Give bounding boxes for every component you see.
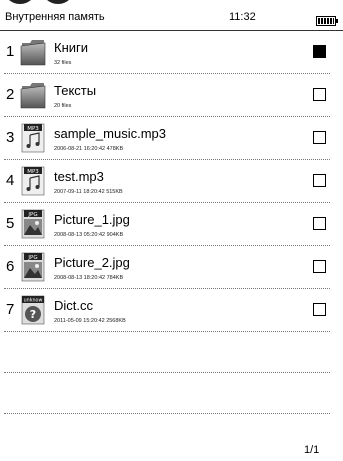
- item-number: 6: [6, 258, 15, 275]
- folder-icon: [20, 40, 46, 66]
- file-list: 1 Книги 32 files 2 Тексты 20 files 3 MP3…: [0, 31, 343, 414]
- badge-text: MP3: [27, 126, 39, 132]
- checkbox[interactable]: [313, 260, 326, 273]
- item-name: Dict.cc: [54, 298, 93, 313]
- item-meta: 32 files: [54, 60, 72, 66]
- list-item[interactable]: 4 MP3 test.mp3 2007-09-11 18:20:42 515KB: [4, 160, 330, 203]
- checkbox[interactable]: [313, 88, 326, 101]
- jpg-file-icon: JPG: [21, 209, 45, 239]
- badge-text: MP3: [27, 169, 39, 175]
- item-number: 4: [6, 172, 15, 189]
- item-meta: 2008-08-13 05:20:42 904KB: [54, 232, 124, 238]
- item-number: 2: [6, 86, 15, 103]
- svg-text:?: ?: [30, 308, 36, 321]
- item-number: 3: [6, 129, 15, 146]
- list-item[interactable]: 5 JPG Picture_1.jpg 2008-08-13 05:20:42 …: [4, 203, 330, 246]
- item-name: test.mp3: [54, 169, 104, 184]
- item-meta: 20 files: [54, 103, 72, 109]
- item-meta: 2011-05-09 15:20:42 2568KB: [54, 318, 126, 324]
- empty-row: [4, 332, 330, 373]
- list-item[interactable]: 7 unknow ? Dict.cc 2011-05-09 15:20:42 2…: [4, 289, 330, 332]
- cropped-button-icon: [41, 0, 75, 4]
- unknown-file-icon: unknow ?: [21, 295, 45, 325]
- item-name: Книги: [54, 40, 89, 55]
- status-bar: Внутренняя память 11:32: [0, 6, 343, 31]
- item-name: sample_music.mp3: [54, 126, 166, 141]
- storage-title: Внутренняя память: [5, 11, 105, 23]
- folder-icon: [20, 83, 46, 109]
- checkbox[interactable]: [313, 174, 326, 187]
- checkbox[interactable]: [313, 303, 326, 316]
- item-name: Тексты: [54, 83, 97, 98]
- badge-text: JPG: [27, 255, 37, 261]
- checkbox[interactable]: [313, 131, 326, 144]
- item-meta: 2007-09-11 18:20:42 515KB: [54, 189, 123, 195]
- badge-text: JPG: [27, 212, 37, 218]
- empty-row: [4, 373, 330, 414]
- page-indicator: 1/1: [304, 444, 320, 456]
- list-item[interactable]: 2 Тексты 20 files: [4, 74, 330, 117]
- battery-icon: [316, 16, 338, 26]
- item-number: 5: [6, 215, 15, 232]
- jpg-file-icon: JPG: [21, 252, 45, 282]
- mp3-file-icon: MP3: [21, 166, 45, 196]
- list-item[interactable]: 3 MP3 sample_music.mp3 2006-08-21 16:20:…: [4, 117, 330, 160]
- cropped-button-icon: [3, 0, 37, 4]
- item-meta: 2008-08-13 18:20:42 784KB: [54, 275, 124, 281]
- item-meta: 2006-08-21 16:20:42 478KB: [54, 146, 124, 152]
- item-name: Picture_2.jpg: [54, 255, 130, 270]
- clock: 11:32: [229, 11, 256, 23]
- list-item[interactable]: 1 Книги 32 files: [4, 31, 330, 74]
- checkbox[interactable]: [313, 217, 326, 230]
- badge-text: unknow: [24, 298, 43, 304]
- list-item[interactable]: 6 JPG Picture_2.jpg 2008-08-13 18:20:42 …: [4, 246, 330, 289]
- mp3-file-icon: MP3: [21, 123, 45, 153]
- item-name: Picture_1.jpg: [54, 212, 130, 227]
- item-number: 1: [6, 43, 15, 60]
- checkbox[interactable]: [313, 45, 326, 58]
- item-number: 7: [6, 301, 15, 318]
